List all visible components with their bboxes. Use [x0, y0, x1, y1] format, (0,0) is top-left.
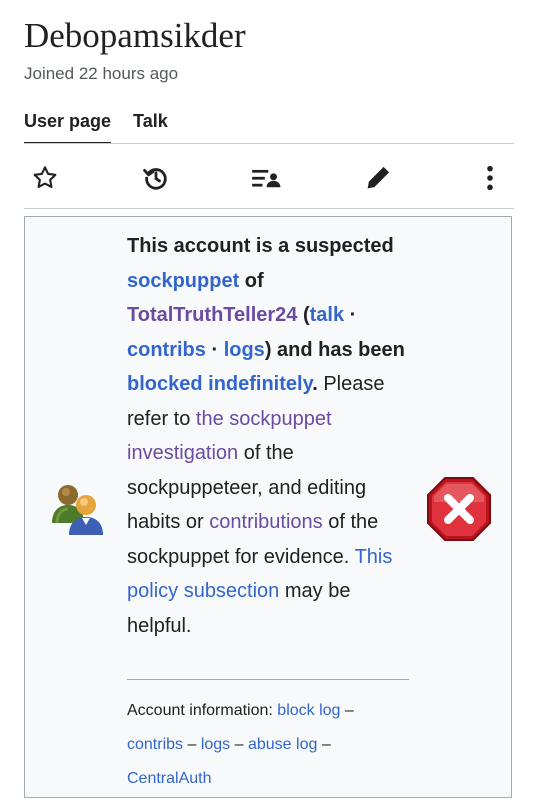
notice-text: ( [297, 304, 310, 326]
separator: – [340, 702, 354, 719]
centralauth-link[interactable]: CentralAuth [127, 770, 212, 787]
star-icon[interactable] [29, 162, 61, 194]
blocked-stop-icon [425, 475, 493, 543]
joined-date: Joined 22 hours ago [24, 64, 179, 83]
tab-user-page[interactable]: User page [24, 110, 112, 144]
toolbar-divider [24, 208, 514, 209]
master-contribs-link[interactable]: contribs [127, 339, 206, 361]
master-logs-link[interactable]: logs [224, 339, 265, 361]
page-tabs: User page Talk [24, 110, 168, 144]
account-information: Account information: block log – contrib… [127, 694, 409, 796]
notice-text: · [344, 304, 357, 326]
block-log-link[interactable]: block log [277, 702, 340, 719]
blocked-indefinitely-link[interactable]: blocked indefinitely [127, 373, 312, 395]
separator: – [317, 736, 331, 753]
tabs-divider [24, 143, 514, 144]
contributions-link[interactable]: contributions [209, 511, 322, 533]
more-menu-icon[interactable] [474, 162, 506, 194]
account-info-label: Account information: [127, 702, 278, 719]
account-info-divider [127, 679, 409, 680]
master-account-link[interactable]: TotalTruthTeller24 [127, 304, 297, 326]
notice-text: This account is a suspected [127, 235, 394, 257]
page-title: Debopamsikder [24, 16, 246, 55]
page-actions-toolbar [24, 150, 514, 206]
edit-pencil-icon[interactable] [362, 162, 394, 194]
abuse-log-link[interactable]: abuse log [248, 736, 317, 753]
separator: – [230, 736, 248, 753]
users-icon [49, 479, 105, 539]
sockpuppet-notice-box: This account is a suspected sockpuppet o… [24, 216, 512, 798]
account-contribs-link[interactable]: contribs [127, 736, 183, 753]
user-contributions-icon[interactable] [250, 162, 282, 194]
tab-talk[interactable]: Talk [133, 110, 168, 142]
account-logs-link[interactable]: logs [201, 736, 230, 753]
notice-text: of [239, 269, 264, 292]
sockpuppet-message: This account is a suspected sockpuppet o… [127, 229, 417, 643]
sockpuppet-link[interactable]: sockpuppet [127, 270, 239, 292]
master-talk-link[interactable]: talk [310, 304, 344, 326]
notice-text: · [205, 338, 224, 361]
notice-text: ) and has been [264, 338, 405, 361]
separator: – [183, 736, 201, 753]
history-icon[interactable] [140, 162, 172, 194]
